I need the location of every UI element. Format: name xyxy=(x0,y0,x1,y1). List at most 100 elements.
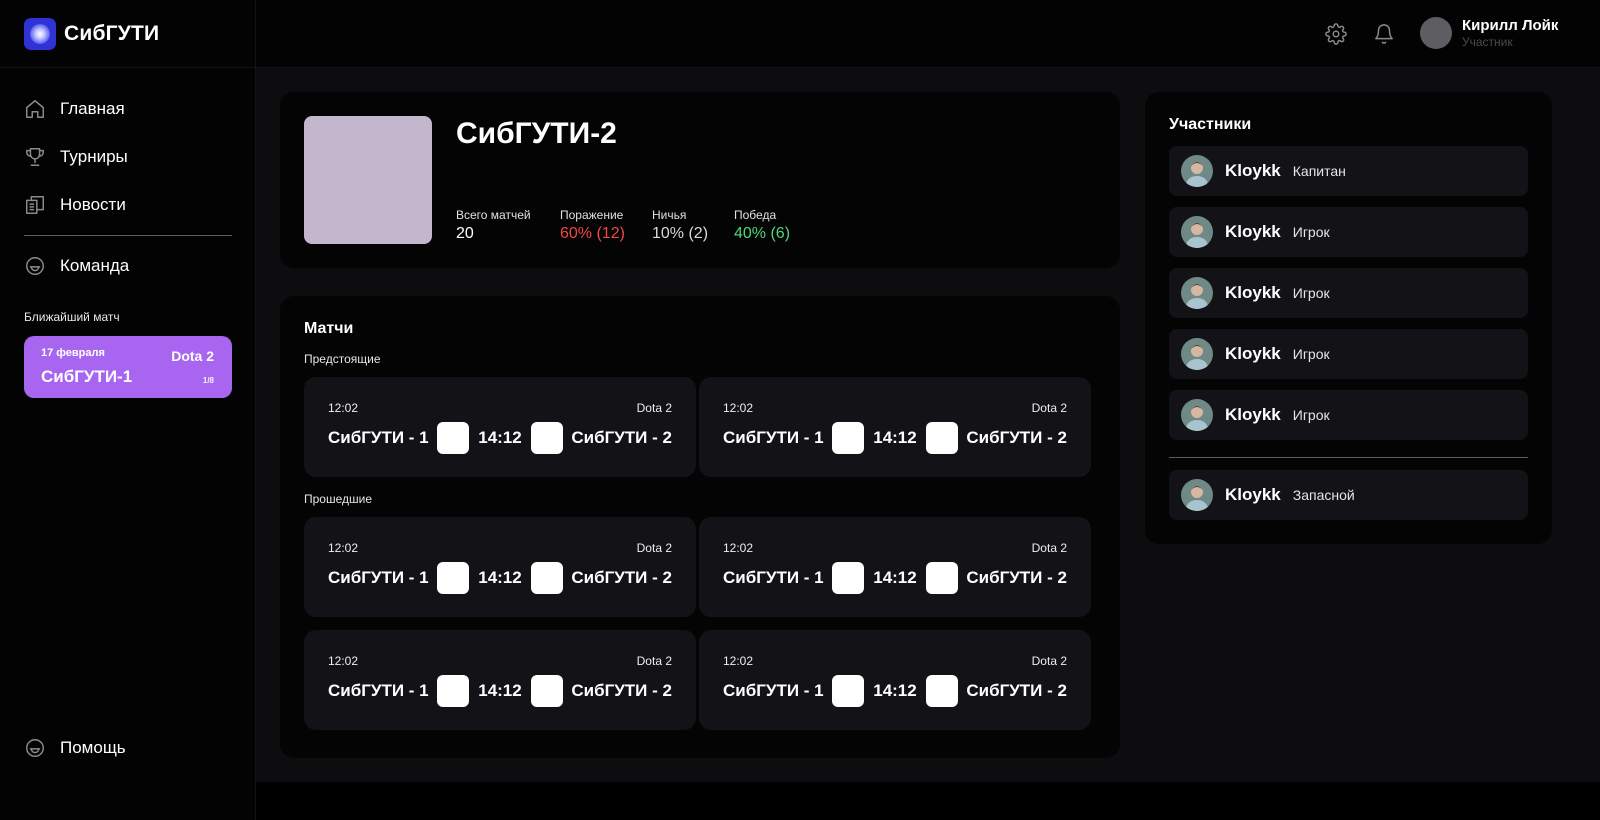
settings-gear-icon[interactable] xyxy=(1322,18,1350,50)
team1-name: СибГУТИ - 1 xyxy=(328,428,429,447)
member-avatar xyxy=(1181,277,1213,309)
stat-label: Победа xyxy=(734,208,777,222)
sidebar-item-team[interactable]: Команда xyxy=(24,255,129,277)
match-score: 14:12 xyxy=(478,428,522,447)
match-score: 14:12 xyxy=(873,428,917,447)
sidebar-item-home[interactable]: Главная xyxy=(24,98,125,120)
match-row: СибГУТИ - 1 14:12 СибГУТИ - 2 xyxy=(723,422,1067,454)
stat-value: 10% (2) xyxy=(652,225,709,242)
match-game: Dota 2 xyxy=(636,401,672,415)
user-name: Кирилл Лойк xyxy=(1462,17,1559,34)
sidebar-item-label: Помощь xyxy=(60,738,126,757)
member-nick: Kloykk xyxy=(1225,485,1281,504)
brand[interactable]: СибГУТИ xyxy=(0,0,256,68)
team1-name: СибГУТИ - 1 xyxy=(328,568,429,587)
team1-name: СибГУТИ - 1 xyxy=(723,428,824,447)
trophy-icon xyxy=(24,146,46,168)
team-name: СибГУТИ-2 xyxy=(456,117,617,150)
team2-logo xyxy=(925,562,958,594)
match-score: 14:12 xyxy=(873,681,917,700)
sidebar-item-news[interactable]: Новости xyxy=(24,194,126,216)
member-role: Игрок xyxy=(1292,407,1330,423)
team1-name: СибГУТИ - 1 xyxy=(328,681,429,700)
stat-value: 40% (6) xyxy=(734,225,791,242)
match-card[interactable]: 12:02 Dota 2 СибГУТИ - 1 14:12 СибГУТИ - 2 xyxy=(699,377,1091,477)
match-time: 12:02 xyxy=(723,541,754,555)
team1-name: СибГУТИ - 1 xyxy=(723,681,824,700)
match-card[interactable]: 12:02 Dota 2 СибГУТИ - 1 14:12 СибГУТИ - 2 xyxy=(304,630,696,730)
match-time: 12:02 xyxy=(723,401,754,415)
member-row[interactable]: Kloykk Игрок xyxy=(1169,329,1528,379)
brand-name: СибГУТИ xyxy=(64,22,160,45)
next-match-date: 17 февраля xyxy=(41,347,105,359)
stat-losses: Поражение 60% (12) xyxy=(560,208,625,243)
stat-label: Ничья xyxy=(652,208,687,222)
member-row[interactable]: Kloykk Игрок xyxy=(1169,207,1528,257)
match-card[interactable]: 12:02 Dota 2 СибГУТИ - 1 14:12 СибГУТИ - 2 xyxy=(304,377,696,477)
user-role: Участник xyxy=(1462,35,1513,49)
member-role: Игрок xyxy=(1292,224,1330,240)
next-match-team: СибГУТИ-1 xyxy=(41,367,133,386)
member-role: Игрок xyxy=(1292,285,1330,301)
team1-logo xyxy=(437,675,470,707)
member-role: Игрок xyxy=(1292,346,1330,362)
avatar xyxy=(1420,17,1452,49)
sidebar-item-label: Главная xyxy=(60,99,125,118)
sidebar-item-tournaments[interactable]: Турниры xyxy=(24,146,128,168)
match-row: СибГУТИ - 1 14:12 СибГУТИ - 2 xyxy=(328,562,672,594)
next-match-card[interactable]: 17 февраля Dota 2 СибГУТИ-1 1/8 xyxy=(24,336,232,398)
help-icon xyxy=(24,737,46,759)
match-score: 14:12 xyxy=(478,681,522,700)
team2-name: СибГУТИ - 2 xyxy=(571,681,672,700)
stat-wins: Победа 40% (6) xyxy=(734,208,790,243)
team2-logo xyxy=(530,675,563,707)
team2-name: СибГУТИ - 2 xyxy=(966,568,1067,587)
match-card[interactable]: 12:02 Dota 2 СибГУТИ - 1 14:12 СибГУТИ - 2 xyxy=(699,517,1091,617)
members-title: Участники xyxy=(1169,116,1252,133)
member-row[interactable]: Kloykk Капитан xyxy=(1169,146,1528,196)
member-avatar xyxy=(1181,479,1213,511)
match-time: 12:02 xyxy=(328,541,359,555)
sidebar-item-label: Турниры xyxy=(60,147,128,166)
notification-bell-icon[interactable] xyxy=(1370,18,1398,50)
member-nick: Kloykk xyxy=(1225,222,1281,241)
matches-title: Матчи xyxy=(304,320,354,337)
user-profile[interactable]: Кирилл Лойк Участник xyxy=(1420,17,1558,49)
team1-logo xyxy=(832,422,865,454)
match-time: 12:02 xyxy=(328,654,359,668)
team-summary-panel: СибГУТИ-2 Всего матчей 20 Поражение 60% … xyxy=(280,92,1120,268)
next-match-game: Dota 2 xyxy=(171,348,214,364)
sidebar-item-label: Новости xyxy=(60,195,126,214)
match-game: Dota 2 xyxy=(1031,654,1067,668)
top-header: СибГУТИ Кирилл Лойк Участник xyxy=(0,0,1600,68)
match-game: Dota 2 xyxy=(636,654,672,668)
member-avatar xyxy=(1181,338,1213,370)
member-row[interactable]: Kloykk Игрок xyxy=(1169,268,1528,318)
match-time: 12:02 xyxy=(723,654,754,668)
member-nick: Kloykk xyxy=(1225,405,1281,424)
main-content: СибГУТИ-2 Всего матчей 20 Поражение 60% … xyxy=(256,68,1600,782)
news-icon xyxy=(24,194,46,216)
matches-panel: Матчи Предстоящие Прошедшие 12:02 Dota 2 С… xyxy=(280,296,1120,758)
team2-logo xyxy=(530,562,563,594)
sibguti-logo-icon xyxy=(24,18,56,50)
sidebar-item-label: Команда xyxy=(60,256,130,275)
member-row[interactable]: Kloykk Запасной xyxy=(1169,470,1528,520)
stat-total: Всего матчей 20 xyxy=(456,208,531,243)
member-nick: Kloykk xyxy=(1225,283,1281,302)
team2-logo xyxy=(925,675,958,707)
team1-logo xyxy=(832,675,865,707)
member-row[interactable]: Kloykk Игрок xyxy=(1169,390,1528,440)
match-row: СибГУТИ - 1 14:12 СибГУТИ - 2 xyxy=(328,422,672,454)
sidebar-item-help[interactable]: Помощь xyxy=(24,737,126,759)
stat-value: 20 xyxy=(456,225,474,242)
team1-logo xyxy=(437,422,470,454)
members-panel: Участники Kloykk Капитан Kloykk Игрок Kloykk… xyxy=(1145,92,1552,544)
team2-name: СибГУТИ - 2 xyxy=(966,428,1067,447)
match-card[interactable]: 12:02 Dota 2 СибГУТИ - 1 14:12 СибГУТИ - 2 xyxy=(304,517,696,617)
match-game: Dota 2 xyxy=(1031,401,1067,415)
match-row: СибГУТИ - 1 14:12 СибГУТИ - 2 xyxy=(723,562,1067,594)
team2-name: СибГУТИ - 2 xyxy=(571,568,672,587)
match-card[interactable]: 12:02 Dota 2 СибГУТИ - 1 14:12 СибГУТИ - 2 xyxy=(699,630,1091,730)
team1-name: СибГУТИ - 1 xyxy=(723,568,824,587)
